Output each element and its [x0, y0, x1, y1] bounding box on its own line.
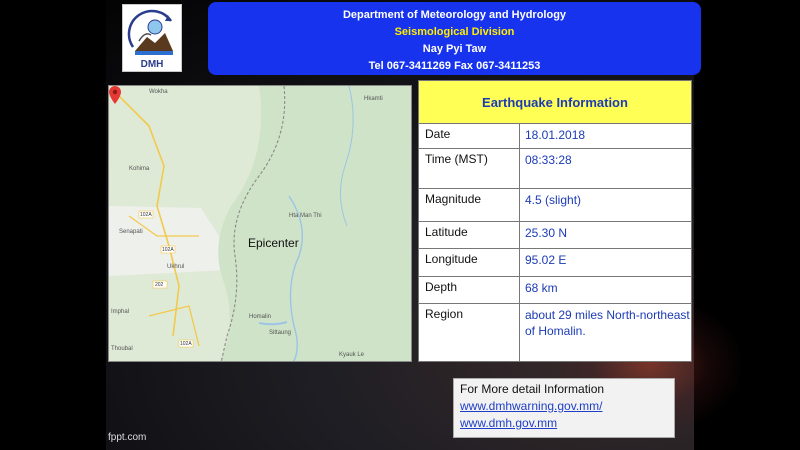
place-label: Kyauk Le: [339, 352, 365, 358]
epicenter-map[interactable]: Wokha Kohima Hkamti Hta Man Thi Senapati…: [108, 85, 412, 362]
row-label: Time (MST): [419, 149, 520, 188]
header-division: Seismological Division: [394, 26, 515, 38]
info-row-depth: Depth 68 km: [419, 277, 691, 304]
place-label: Thoubal: [111, 346, 133, 352]
map-terrain: [109, 86, 411, 361]
footer-credit: fppt.com: [108, 432, 147, 443]
earthquake-info-table: Earthquake Information Date 18.01.2018 T…: [418, 80, 692, 362]
place-label: Kohima: [129, 166, 150, 172]
dmh-link[interactable]: www.dmh.gov.mm: [460, 415, 674, 432]
info-row-date: Date 18.01.2018: [419, 124, 691, 149]
row-value: 68 km: [525, 281, 558, 295]
info-row-time: Time (MST) 08:33:28: [419, 149, 691, 189]
row-value: about 29 miles North-northeast of Homali…: [525, 308, 690, 338]
header-department: Department of Meteorology and Hydrology: [342, 9, 567, 21]
logo-text: DMH: [140, 59, 164, 70]
row-value: 18.01.2018: [525, 128, 586, 142]
slide: DMH Department of Meteorology and Hydrol…: [0, 0, 800, 450]
info-row-latitude: Latitude 25.30 N: [419, 222, 691, 249]
info-table-title: Earthquake Information: [419, 81, 691, 124]
row-label: Latitude: [419, 222, 520, 248]
row-value: 95.02 E: [525, 253, 567, 267]
row-label: Depth: [419, 277, 520, 303]
dmh-logo: DMH: [122, 4, 182, 72]
header-banner: Department of Meteorology and Hydrology …: [208, 2, 701, 75]
header-contact: Tel 067-3411269 Fax 067-3411253: [368, 60, 541, 72]
row-label: Magnitude: [419, 189, 520, 221]
road-number: 102A: [140, 212, 152, 218]
row-value: 4.5 (slight): [525, 193, 582, 207]
road-number: 202: [155, 282, 164, 288]
place-label: Homalin: [249, 314, 272, 320]
road-number: 102A: [162, 247, 174, 253]
place-label: Wokha: [149, 89, 168, 95]
row-label: Region: [419, 304, 520, 361]
place-label: Sittaung: [269, 330, 292, 336]
place-label: Imphal: [111, 309, 130, 315]
more-info-heading: For More detail Information: [460, 382, 605, 396]
road-number: 102A: [180, 341, 192, 347]
dmhwarning-link[interactable]: www.dmhwarning.gov.mm/: [460, 398, 674, 415]
place-label: Hta Man Thi: [289, 213, 322, 219]
row-value: 25.30 N: [525, 226, 568, 240]
row-label: Longitude: [419, 249, 520, 276]
place-label: Senapati: [119, 229, 143, 235]
letterbox-left: [0, 0, 106, 450]
row-label: Date: [419, 124, 520, 148]
more-info-box: For More detail Information www.dmhwarni…: [453, 378, 675, 438]
place-label: Ukhrul: [167, 264, 185, 270]
info-row-region: Region about 29 miles North-northeast of…: [419, 304, 691, 361]
map-pin-icon[interactable]: [109, 86, 121, 104]
place-label: Hkamti: [364, 96, 383, 102]
info-row-longitude: Longitude 95.02 E: [419, 249, 691, 277]
info-row-magnitude: Magnitude 4.5 (slight): [419, 189, 691, 222]
epicenter-label: Epicenter: [248, 236, 299, 250]
row-value: 08:33:28: [525, 153, 572, 167]
header-city: Nay Pyi Taw: [422, 43, 487, 55]
dmh-logo-emblem-icon: [127, 9, 173, 55]
